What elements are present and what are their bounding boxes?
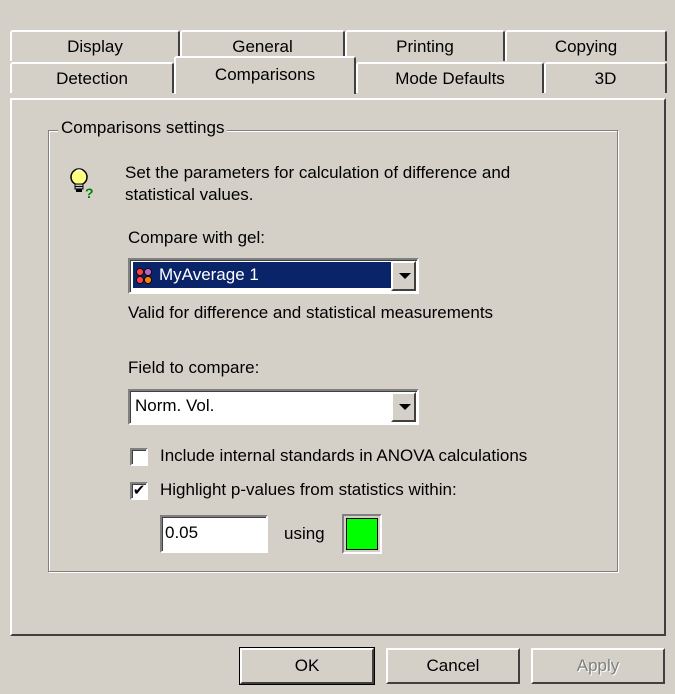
compare-gel-selected: MyAverage 1	[133, 262, 391, 288]
apply-button[interactable]: Apply	[531, 648, 665, 684]
tab-detection[interactable]: Detection	[10, 62, 174, 93]
tab-label: Printing	[396, 37, 454, 56]
tab-printing[interactable]: Printing	[345, 30, 505, 61]
compare-gel-note: Valid for difference and statistical mea…	[128, 303, 494, 322]
ok-button[interactable]: OK	[239, 647, 375, 685]
field-compare-select[interactable]: Norm. Vol.	[128, 389, 419, 425]
chevron-down-icon[interactable]	[391, 392, 416, 422]
lightbulb-question-icon: ?	[68, 166, 98, 202]
highlight-color-fill	[346, 518, 378, 550]
description-line-1: Set the parameters for calculation of di…	[125, 163, 511, 182]
tab-label: Mode Defaults	[395, 69, 505, 88]
compare-gel-value: MyAverage 1	[159, 265, 259, 284]
checkmark-icon: ✔	[132, 482, 146, 499]
description-line-2: statistical values.	[125, 185, 254, 204]
svg-text:?: ?	[85, 185, 94, 201]
tab-3d[interactable]: 3D	[544, 62, 667, 93]
tab-label: Display	[67, 37, 123, 56]
cancel-button[interactable]: Cancel	[386, 648, 520, 684]
pvalue-value: 0.05	[165, 523, 199, 542]
group-title: Comparisons settings	[58, 118, 228, 138]
gel-average-icon	[135, 267, 153, 285]
include-internal-label[interactable]: Include internal standards in ANOVA calc…	[160, 446, 527, 466]
tab-comparisons[interactable]: Comparisons	[174, 56, 356, 94]
tab-label: Detection	[56, 69, 128, 88]
pvalue-input[interactable]: 0.05	[160, 515, 268, 553]
highlight-pvalues-label[interactable]: Highlight p-values from statistics withi…	[160, 480, 457, 500]
compare-gel-select[interactable]: MyAverage 1	[128, 258, 419, 294]
include-internal-checkbox[interactable]	[130, 448, 148, 466]
field-compare-label: Field to compare:	[128, 358, 260, 377]
chevron-down-icon[interactable]	[391, 261, 416, 291]
using-label: using	[284, 524, 325, 543]
highlight-pvalues-checkbox[interactable]: ✔	[130, 482, 148, 500]
tab-copying[interactable]: Copying	[505, 30, 667, 61]
tab-display[interactable]: Display	[10, 30, 180, 61]
tab-label: Copying	[554, 37, 618, 56]
tab-label: General	[232, 37, 293, 56]
highlight-color-swatch[interactable]	[342, 514, 382, 554]
tab-label: 3D	[594, 69, 617, 88]
tab-mode-defaults[interactable]: Mode Defaults	[356, 62, 544, 93]
field-compare-value: Norm. Vol.	[135, 396, 215, 415]
tab-label: Comparisons	[214, 65, 316, 84]
compare-gel-label: Compare with gel:	[128, 228, 266, 247]
